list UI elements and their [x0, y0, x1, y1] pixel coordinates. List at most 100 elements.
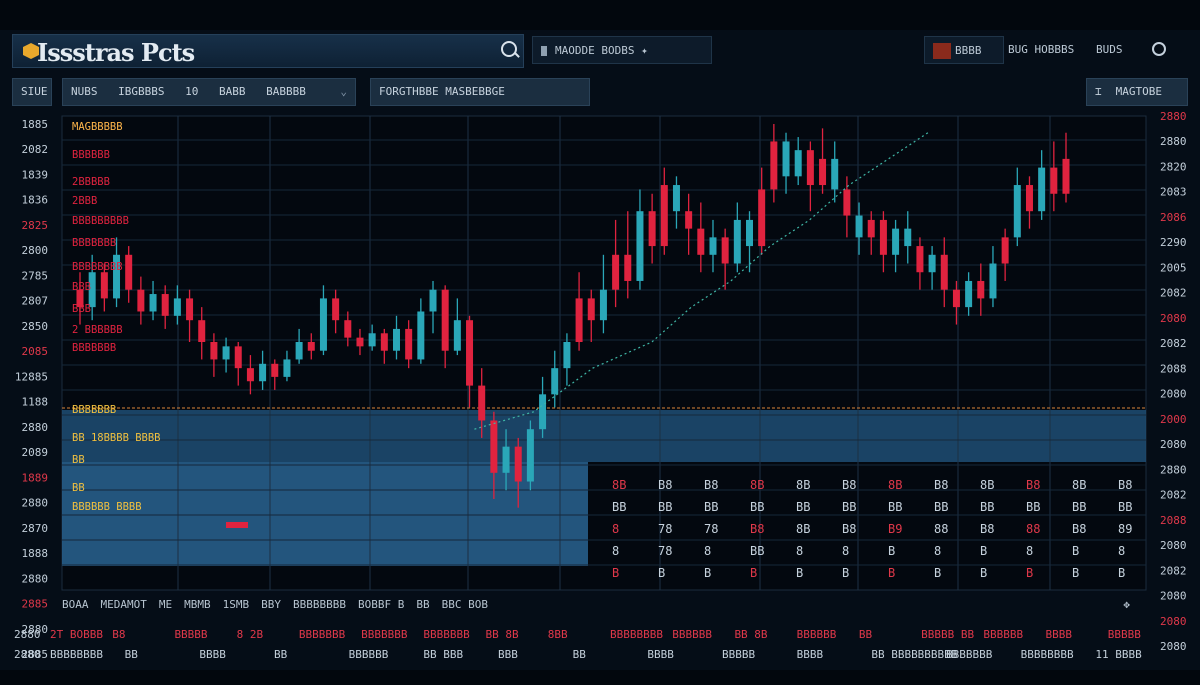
candle-body-64[interactable]	[855, 215, 863, 238]
candle-body-47[interactable]	[648, 211, 656, 247]
candle-body-18[interactable]	[295, 342, 303, 360]
candle-body-4[interactable]	[125, 254, 133, 290]
candle-body-58[interactable]	[782, 141, 790, 177]
candle-body-28[interactable]	[417, 311, 425, 360]
candle-body-6[interactable]	[149, 294, 157, 312]
candle-body-71[interactable]	[940, 254, 948, 290]
candle-body-39[interactable]	[551, 368, 559, 395]
candle-body-13[interactable]	[234, 346, 242, 369]
candle-body-22[interactable]	[344, 320, 352, 338]
level-label: BBBBBBB	[72, 404, 116, 416]
candle-body-68[interactable]	[904, 228, 912, 247]
candle-body-57[interactable]	[770, 141, 778, 190]
candle-body-46[interactable]	[636, 211, 644, 281]
candle-body-74[interactable]	[977, 280, 985, 299]
table-cell: BB	[704, 500, 719, 514]
candle-body-51[interactable]	[697, 228, 705, 255]
candle-body-70[interactable]	[928, 254, 936, 273]
level-label: BBBBBBB	[72, 237, 116, 249]
table-cell: B	[750, 566, 758, 580]
candle-body-31[interactable]	[453, 320, 461, 351]
candle-body-49[interactable]	[672, 185, 680, 212]
candle-body-81[interactable]	[1062, 158, 1070, 194]
candle-body-40[interactable]	[563, 342, 571, 369]
candle-body-63[interactable]	[843, 189, 851, 216]
right-axis-label: 2290	[1160, 236, 1187, 249]
candle-body-8[interactable]	[173, 298, 181, 316]
candle-body-79[interactable]	[1038, 167, 1046, 212]
candle-body-24[interactable]	[368, 333, 376, 347]
candle-body-9[interactable]	[186, 298, 194, 321]
candle-body-59[interactable]	[794, 150, 802, 177]
candle-body-12[interactable]	[222, 346, 230, 360]
table-cell: 8	[612, 544, 620, 558]
candle-body-78[interactable]	[1025, 185, 1033, 212]
candle-body-29[interactable]	[429, 289, 437, 312]
candle-body-27[interactable]	[405, 328, 413, 360]
candle-body-37[interactable]	[526, 429, 534, 482]
table-cell: B8	[842, 522, 857, 536]
candle-body-5[interactable]	[137, 289, 145, 312]
candle-body-38[interactable]	[539, 394, 547, 430]
candle-body-54[interactable]	[733, 219, 741, 264]
candle-body-21[interactable]	[332, 298, 340, 321]
candle-body-62[interactable]	[831, 158, 839, 190]
candle-body-19[interactable]	[307, 342, 315, 351]
candle-body-75[interactable]	[989, 263, 997, 299]
candle-body-20[interactable]	[319, 298, 327, 351]
candle-body-60[interactable]	[806, 150, 814, 186]
table-cell: BB	[796, 500, 811, 514]
expand-icon[interactable]: ✥	[1123, 594, 1130, 616]
candle-body-41[interactable]	[575, 298, 583, 342]
candle-body-33[interactable]	[478, 385, 486, 421]
candle-body-56[interactable]	[758, 189, 766, 247]
candle-body-80[interactable]	[1050, 167, 1058, 194]
candle-body-55[interactable]	[746, 219, 754, 247]
candle-body-23[interactable]	[356, 337, 364, 347]
status-item: BOAA	[62, 598, 89, 611]
left-axis-label: 2082	[22, 143, 49, 156]
candle-body-16[interactable]	[271, 363, 279, 377]
candle-body-76[interactable]	[1001, 237, 1009, 264]
candle-body-72[interactable]	[952, 289, 960, 308]
candle-body-35[interactable]	[502, 446, 510, 473]
candle-body-48[interactable]	[660, 185, 668, 247]
right-axis-label: 2080	[1160, 539, 1187, 552]
candle-body-34[interactable]	[490, 420, 498, 473]
ticker-cell: BBBBBB	[672, 628, 712, 641]
candle-body-66[interactable]	[879, 219, 887, 255]
candle-body-26[interactable]	[392, 328, 400, 351]
candle-body-25[interactable]	[380, 333, 388, 351]
candle-body-65[interactable]	[867, 219, 875, 238]
candle-body-11[interactable]	[210, 342, 218, 360]
candle-body-17[interactable]	[283, 359, 291, 377]
candle-body-77[interactable]	[1013, 185, 1021, 238]
candle-body-69[interactable]	[916, 246, 924, 273]
candle-body-2[interactable]	[100, 272, 108, 299]
table-cell: 8B	[888, 478, 903, 492]
status-item: 1SMB	[222, 598, 250, 611]
candle-body-50[interactable]	[685, 211, 693, 229]
table-cell: 89	[1118, 522, 1133, 536]
candle-body-67[interactable]	[892, 228, 900, 255]
candle-body-7[interactable]	[161, 294, 169, 316]
ticker-cell: BB BBBBBBBBBB	[871, 648, 958, 661]
candle-body-73[interactable]	[965, 280, 973, 308]
candle-body-10[interactable]	[198, 320, 206, 342]
candle-body-53[interactable]	[721, 237, 729, 264]
candle-body-61[interactable]	[819, 158, 827, 186]
candle-body-52[interactable]	[709, 237, 717, 255]
candle-body-36[interactable]	[514, 446, 522, 482]
candle-body-44[interactable]	[612, 254, 620, 290]
candle-body-42[interactable]	[587, 298, 595, 321]
table-cell: BB	[1072, 500, 1087, 514]
candle-body-15[interactable]	[259, 363, 267, 382]
candle-body-43[interactable]	[599, 289, 607, 321]
table-cell: 8	[842, 544, 850, 558]
candle-body-14[interactable]	[246, 368, 254, 382]
candle-body-32[interactable]	[466, 320, 474, 386]
left-axis-label: 2800	[22, 244, 49, 257]
candle-body-30[interactable]	[441, 289, 449, 351]
candle-body-45[interactable]	[624, 254, 632, 281]
level-label: BB 18BBBB BBBB	[72, 432, 161, 444]
